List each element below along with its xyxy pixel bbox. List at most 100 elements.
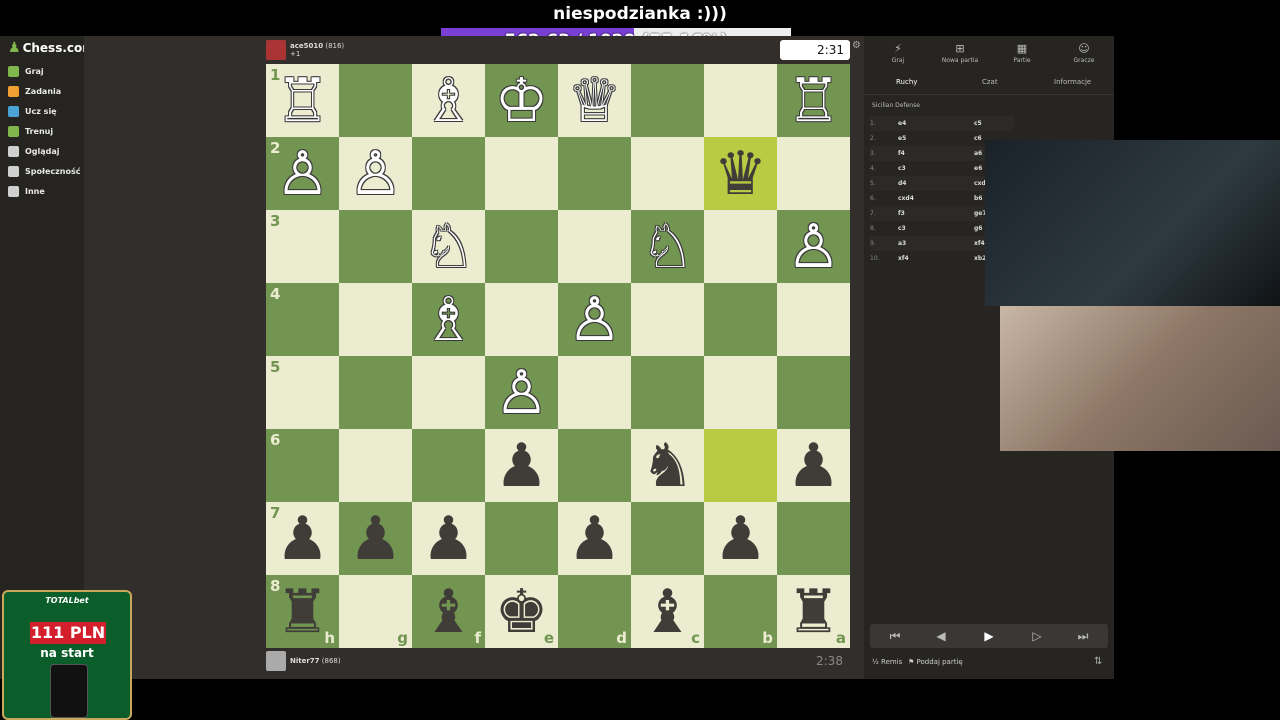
square[interactable]: 8 h ♜ [266,575,339,648]
square[interactable] [485,210,558,283]
square[interactable] [558,137,631,210]
last-move-button[interactable]: ⏭ [1058,624,1108,648]
square[interactable]: ♙ [777,210,850,283]
white-move[interactable]: xf4 [898,255,974,262]
square[interactable]: ♞ [631,429,704,502]
square[interactable] [777,137,850,210]
chess-piece[interactable]: ♙ [276,144,330,204]
chess-piece[interactable]: ♘ [422,217,476,277]
square[interactable]: ♘ [631,210,704,283]
square[interactable]: ♗ [412,283,485,356]
tab-3[interactable]: ☺ Gracze [1054,42,1114,64]
move-row[interactable]: 1. e4 c5 [870,116,1014,131]
subtab-2[interactable]: Informacje [1054,78,1091,86]
subtab-0[interactable]: Ruchy [896,78,917,86]
square[interactable] [412,137,485,210]
square[interactable] [631,64,704,137]
square[interactable] [339,210,412,283]
square[interactable]: ♘ [412,210,485,283]
white-move[interactable]: d4 [898,180,974,187]
square[interactable] [631,502,704,575]
sponsor-ad[interactable]: TOTALbet 111 PLN na start [2,590,132,720]
square[interactable]: g [339,575,412,648]
chess-piece[interactable]: ♜ [276,582,330,642]
chess-piece[interactable]: ♟ [422,509,476,569]
chess-piece[interactable]: ♖ [787,71,841,131]
sidebar-item-4[interactable]: Oglądaj [8,146,60,157]
square[interactable]: ♙ [558,283,631,356]
draw-button[interactable]: ½ Remis [872,658,902,666]
resign-button[interactable]: ⚑ Poddaj partię [908,658,963,666]
square[interactable] [485,502,558,575]
chess-piece[interactable]: ♟ [568,509,622,569]
square[interactable]: 1 ♖ [266,64,339,137]
square[interactable] [558,429,631,502]
square[interactable] [777,502,850,575]
square[interactable]: ♔ [485,64,558,137]
chess-piece[interactable]: ♕ [568,71,622,131]
chess-piece[interactable]: ♙ [568,290,622,350]
sidebar-item-1[interactable]: Zadania [8,86,61,97]
square[interactable] [704,210,777,283]
square[interactable] [339,356,412,429]
square[interactable] [631,356,704,429]
white-move[interactable]: c3 [898,225,974,232]
square[interactable] [631,283,704,356]
square[interactable]: ♗ [412,64,485,137]
chess-piece[interactable]: ♝ [641,582,695,642]
square[interactable]: 7 ♟ [266,502,339,575]
square[interactable] [339,429,412,502]
chess-piece[interactable]: ♟ [714,509,768,569]
chess-logo[interactable]: ♟ Chess.com [8,40,95,56]
square[interactable]: ♟ [339,502,412,575]
square[interactable]: ♙ [339,137,412,210]
black-move[interactable]: c5 [974,120,1014,127]
square[interactable]: 3 [266,210,339,283]
square[interactable]: 5 [266,356,339,429]
chess-piece[interactable]: ♟ [276,509,330,569]
chess-piece[interactable]: ♘ [641,217,695,277]
square[interactable] [704,64,777,137]
white-move[interactable]: e4 [898,120,974,127]
first-move-button[interactable]: ⏮ [870,624,920,648]
square[interactable]: 6 [266,429,339,502]
square[interactable] [339,283,412,356]
square[interactable] [485,283,558,356]
subtab-1[interactable]: Czat [982,78,998,86]
chess-piece[interactable]: ♙ [349,144,403,204]
chess-board[interactable]: 1 ♖ ♗ ♔ ♕ ♖ 2 ♙ ♙ ♛ 3 ♘ ♘ ♙ 4 ♗ ♙ 5 ♙ 6 ♟ ♞ ♟ 7 ♟ ♟ ♟ ♟ ♟ 8 h ♜ g f ♝ e ♚ d c ♝… [266,64,850,648]
chess-piece[interactable]: ♛ [714,144,768,204]
white-move[interactable]: cxd4 [898,195,974,202]
square[interactable] [704,283,777,356]
square[interactable] [704,429,777,502]
white-move[interactable]: e5 [898,135,974,142]
square[interactable]: d [558,575,631,648]
bottom-player[interactable]: Niter77 (868) [266,651,341,671]
chess-piece[interactable]: ♙ [787,217,841,277]
chess-piece[interactable]: ♞ [641,436,695,496]
square[interactable]: ♛ [704,137,777,210]
chess-piece[interactable]: ♝ [422,582,476,642]
chess-piece[interactable]: ♗ [422,71,476,131]
square[interactable] [558,356,631,429]
top-player[interactable]: ace5010 (816) +1 [266,40,344,60]
square[interactable]: ♕ [558,64,631,137]
square[interactable] [777,356,850,429]
white-move[interactable]: a3 [898,240,974,247]
square[interactable]: e ♚ [485,575,558,648]
sidebar-item-3[interactable]: Trenuj [8,126,53,137]
chess-piece[interactable]: ♗ [422,290,476,350]
sidebar-item-6[interactable]: Inne [8,186,45,197]
tab-1[interactable]: ⊞ Nowa partia [930,42,990,64]
square[interactable]: f ♝ [412,575,485,648]
chess-piece[interactable]: ♖ [276,71,330,131]
square[interactable] [704,356,777,429]
square[interactable]: 4 [266,283,339,356]
next-move-button[interactable]: ▷ [1012,624,1062,648]
square[interactable] [558,210,631,283]
chess-piece[interactable]: ♙ [495,363,549,423]
play-button[interactable]: ▶ [964,624,1014,648]
square[interactable] [777,283,850,356]
square[interactable]: ♟ [412,502,485,575]
sidebar-item-0[interactable]: Graj [8,66,44,77]
